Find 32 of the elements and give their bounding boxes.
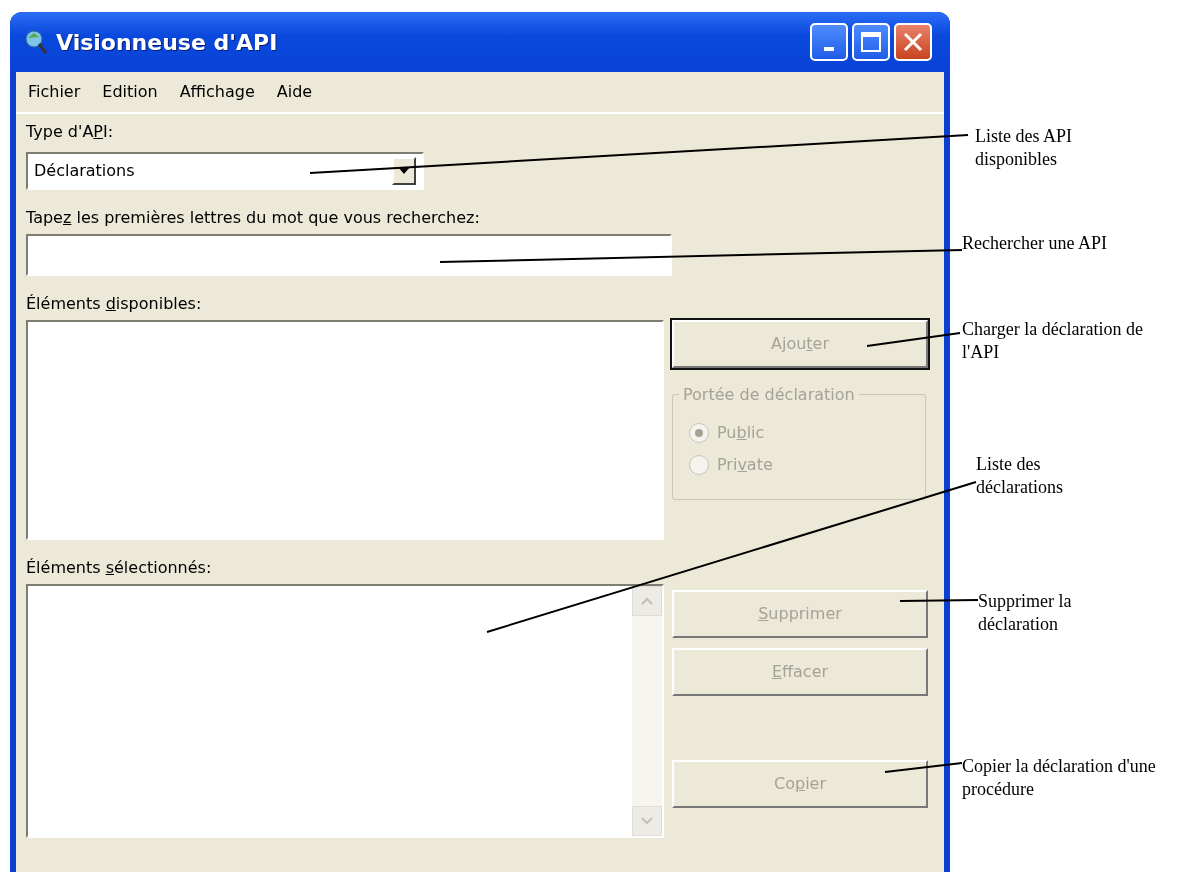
- field-label: Type d'API:: [26, 121, 115, 143]
- maximize-button[interactable]: [852, 23, 890, 61]
- dropdown-value: Déclarations: [34, 160, 135, 182]
- list-label: Éléments sélectionnés:: [26, 557, 213, 579]
- close-icon: [902, 31, 924, 53]
- annotation-text: Supprimer la déclaration: [978, 590, 1073, 637]
- window-title: Visionneuse d'API: [56, 28, 278, 57]
- menu-item[interactable]: Fichier: [28, 80, 81, 104]
- field-label: Tapez les premières lettres du mot que vous recherchez:: [26, 207, 481, 229]
- annotation-text: Copier la déclaration d'une procédure: [962, 755, 1157, 802]
- annotation-text: Liste des déclarations: [976, 453, 1064, 500]
- radio-label: Private: [717, 454, 773, 476]
- close-button[interactable]: [894, 23, 932, 61]
- annotation-text: Liste des API disponibles: [975, 125, 1073, 172]
- menu-item[interactable]: Aide: [276, 80, 313, 104]
- scroll-up-icon: [641, 597, 653, 605]
- minimize-icon: [824, 47, 834, 51]
- annotation-text: Rechercher une API: [962, 232, 1108, 255]
- annotation-text: Charger la déclaration de l'API: [962, 318, 1145, 365]
- selected-items-list[interactable]: [26, 584, 664, 838]
- minimize-button[interactable]: [810, 23, 848, 61]
- scroll-down-icon: [641, 817, 653, 825]
- maximize-icon: [860, 31, 882, 53]
- search-field[interactable]: [26, 234, 672, 276]
- menu-item[interactable]: Edition: [102, 80, 158, 104]
- radio-label: Public: [717, 422, 765, 444]
- scrollbar[interactable]: [632, 586, 662, 836]
- list-label: Éléments disponibles:: [26, 293, 203, 315]
- app-icon: [24, 29, 48, 55]
- api-type-dropdown[interactable]: Déclarations: [26, 152, 424, 190]
- menu-item[interactable]: Affichage: [179, 80, 255, 104]
- dropdown-arrow-icon: [398, 167, 410, 175]
